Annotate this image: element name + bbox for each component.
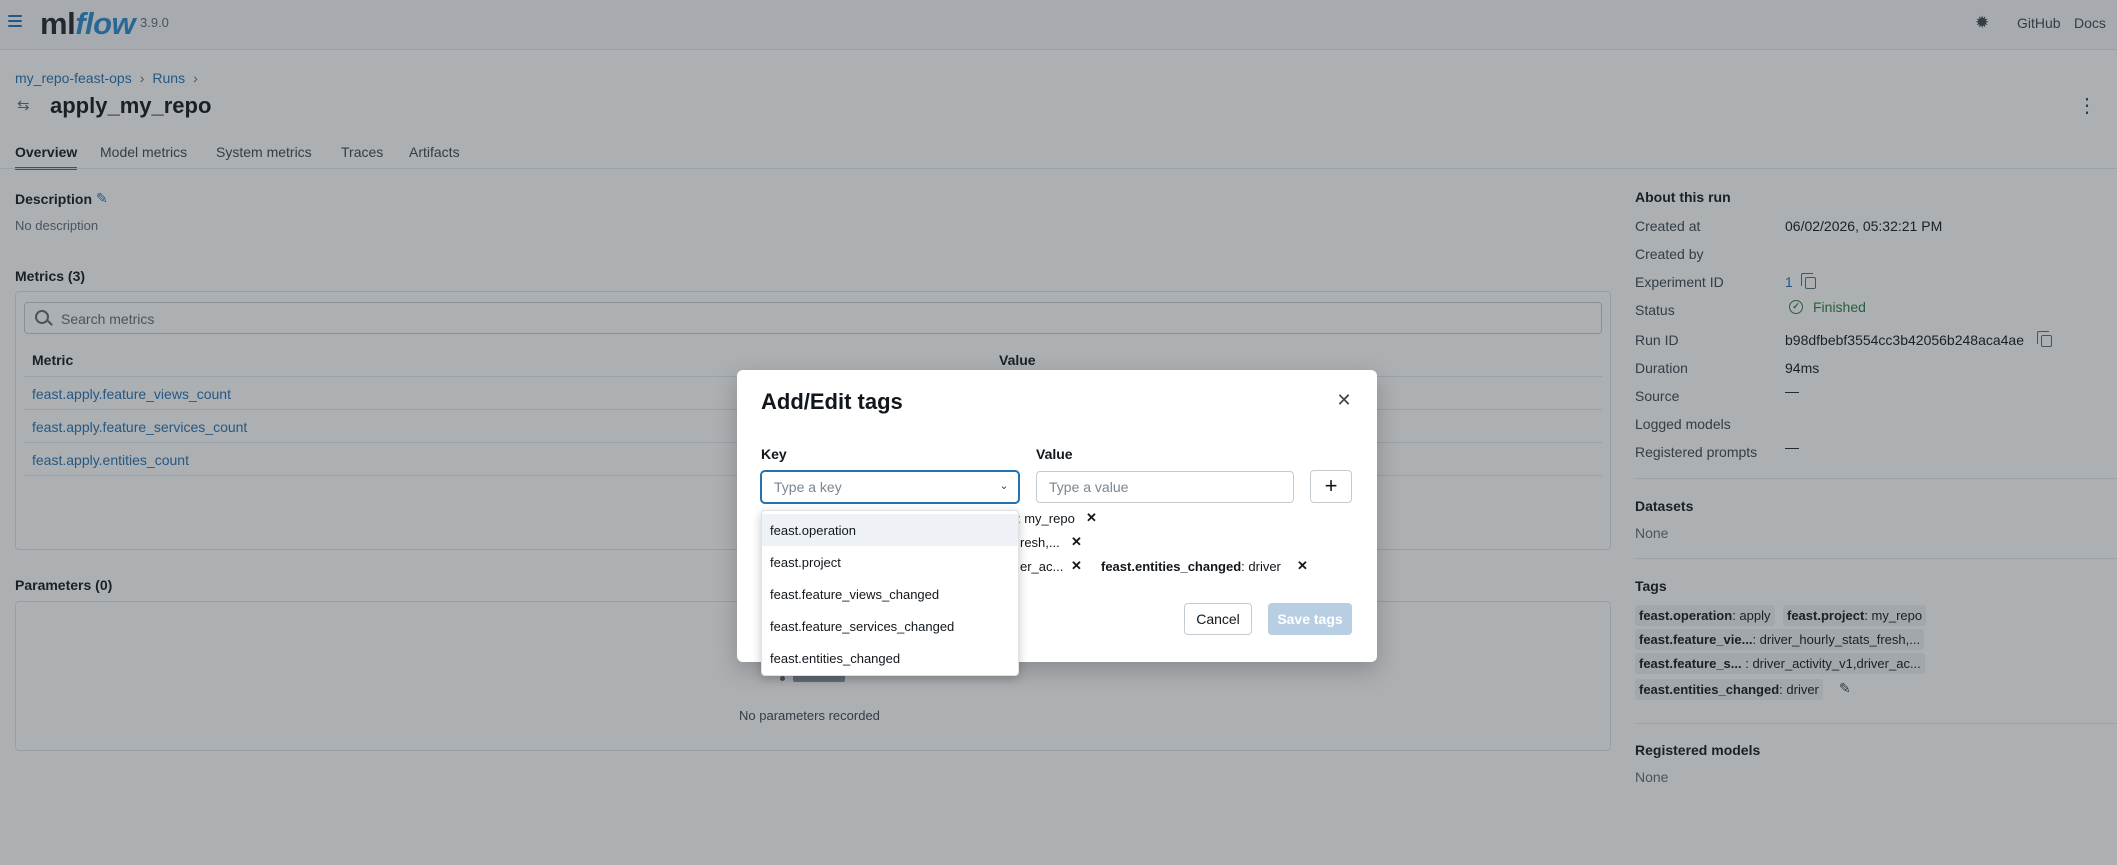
key-select-input[interactable]: Type a key ⌄ — [761, 471, 1019, 503]
modal-title: Add/Edit tags — [761, 389, 903, 414]
dropdown-option[interactable]: feast.feature_views_changed — [762, 578, 1018, 610]
close-icon[interactable]: ✕ — [1335, 391, 1353, 409]
key-dropdown: feast.operation feast.project feast.feat… — [761, 510, 1019, 676]
modal-tag: resh,... — [1020, 535, 1060, 550]
value-placeholder: Type a value — [1049, 479, 1129, 495]
modal-tag: : my_repo — [1017, 511, 1075, 526]
dropdown-option[interactable]: feast.feature_services_changed — [762, 610, 1018, 642]
value-input[interactable]: Type a value — [1036, 471, 1294, 503]
key-label: Key — [761, 446, 787, 462]
cancel-button[interactable]: Cancel — [1184, 603, 1252, 635]
add-tag-button[interactable]: + — [1310, 470, 1352, 503]
chevron-down-icon[interactable]: ⌄ — [997, 478, 1011, 492]
remove-tag-icon[interactable]: ✕ — [1086, 510, 1097, 526]
remove-tag-icon[interactable]: ✕ — [1071, 558, 1082, 574]
dropdown-option[interactable]: feast.project — [762, 546, 1018, 578]
save-tags-button[interactable]: Save tags — [1268, 603, 1352, 635]
modal-tag: feast.entities_changed: driver — [1101, 559, 1281, 574]
key-placeholder: Type a key — [774, 479, 842, 495]
dropdown-option[interactable]: feast.operation — [762, 514, 1018, 546]
modal-tag: er_ac... — [1020, 559, 1064, 574]
remove-tag-icon[interactable]: ✕ — [1071, 534, 1082, 550]
dropdown-option[interactable]: feast.entities_changed — [762, 642, 1018, 674]
value-label: Value — [1036, 446, 1073, 462]
remove-tag-icon[interactable]: ✕ — [1297, 558, 1308, 574]
